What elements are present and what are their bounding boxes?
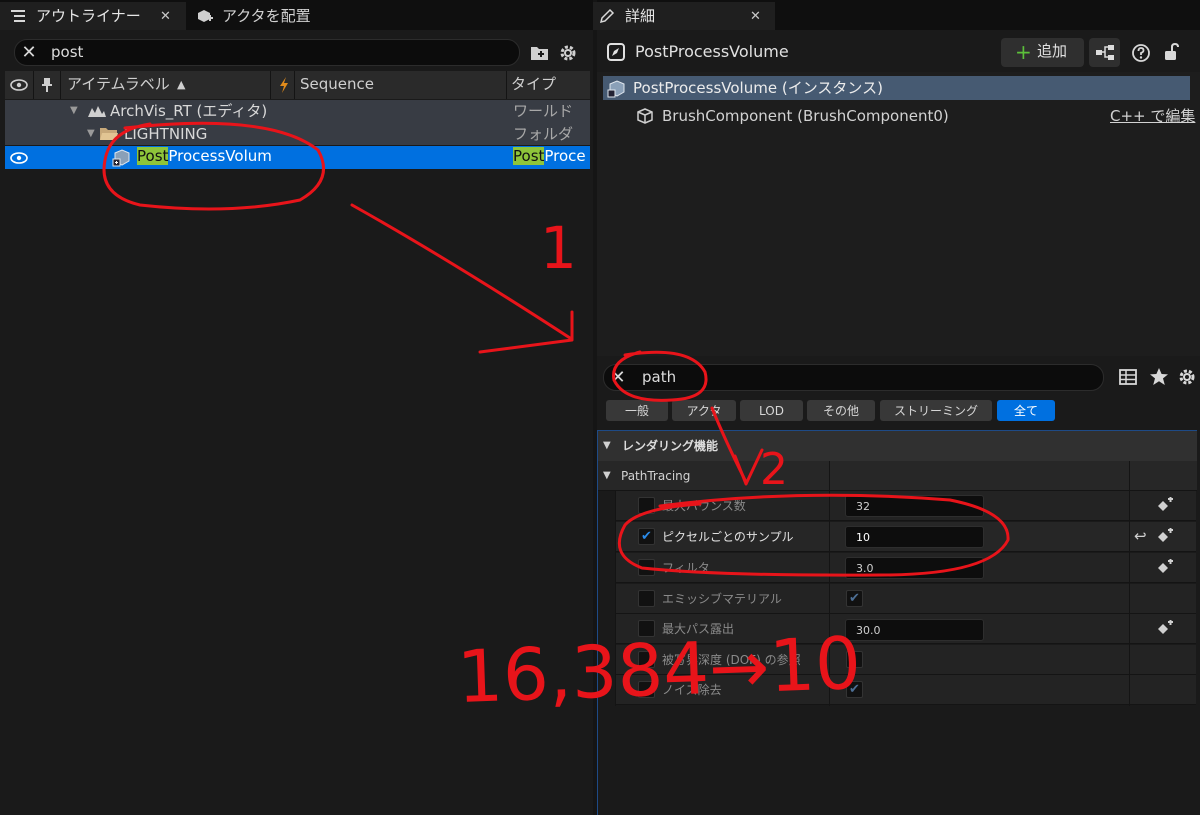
highlight-circle-outliner xyxy=(102,121,326,211)
arrowhead xyxy=(733,448,764,486)
annotation-note: 16,384→10 xyxy=(456,621,863,719)
highlight-circle-search xyxy=(612,350,708,402)
annotation-step-2: 2 xyxy=(760,444,788,495)
annotation-step-1: 1 xyxy=(540,214,577,282)
red-annotation-overlay: 1 2 16,384→10 xyxy=(102,121,1010,719)
highlight-circle-samples xyxy=(617,493,1010,577)
arrow-to-details xyxy=(350,203,572,340)
